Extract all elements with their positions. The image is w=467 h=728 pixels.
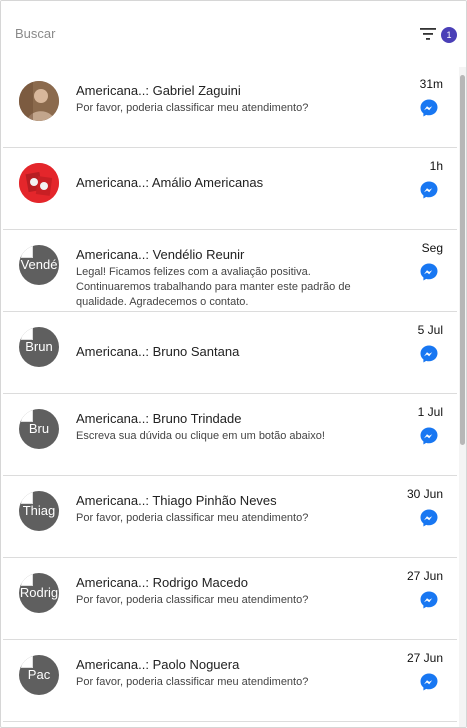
filter-button[interactable]: 1	[419, 25, 459, 47]
avatar-alt-text: Pac Nogu	[27, 667, 51, 682]
conversation-list[interactable]: Americana..: Gabriel Zaguini Por favor, …	[1, 67, 459, 727]
conversation-time: 1h	[429, 159, 443, 173]
avatar-alt-text: Vendé	[20, 257, 58, 272]
search-input[interactable]: Buscar	[15, 26, 55, 41]
conversation-name: Americana..: Paolo Noguera	[76, 657, 240, 672]
conversation-item[interactable]: Thiag Americana..: Thiago Pinhão Neves P…	[3, 477, 457, 558]
scrollbar[interactable]	[459, 67, 466, 727]
person-photo-icon	[19, 81, 59, 121]
avatar: Rodrig	[19, 573, 59, 613]
conversation-time: Seg	[421, 241, 443, 255]
conversation-name: Americana..: Rodrigo Macedo	[76, 575, 248, 590]
conversation-preview: Por favor, poderia classificar meu atend…	[76, 512, 309, 524]
conversation-time: 27 Jun	[406, 651, 443, 665]
conversation-name: Americana..: Bruno Santana	[76, 344, 240, 359]
avatar: Thiag	[19, 491, 59, 531]
avatar-alt-text: Thiag	[22, 503, 56, 518]
messenger-icon	[420, 181, 438, 199]
conversation-time: 1 Jul	[417, 405, 443, 419]
conversation-time: 27 Jun	[406, 569, 443, 583]
broken-image-icon	[21, 246, 33, 258]
avatar: Bru Trinda	[19, 409, 59, 449]
broken-image-icon	[21, 492, 33, 504]
messenger-icon	[420, 263, 438, 281]
messenger-icon	[420, 345, 438, 363]
avatar-alt-text: Brun	[25, 339, 53, 354]
avatar-alt-text: Rodrig	[19, 585, 59, 600]
conversation-item[interactable]: Bru Trinda Americana..: Bruno Trindade E…	[3, 395, 457, 476]
conversation-item[interactable]: Pac Nogu Americana..: Paolo Noguera Por …	[3, 641, 457, 722]
americanas-logo-icon	[19, 163, 59, 203]
conversation-item[interactable]: Rodrig Americana..: Rodrigo Macedo Por f…	[3, 559, 457, 640]
broken-image-icon	[21, 656, 33, 668]
conversation-preview: Legal! Ficamos felizes com a avaliação p…	[76, 266, 351, 308]
avatar: Brun	[19, 327, 59, 367]
conversation-item[interactable]: Americana..: Gabriel Zaguini Por favor, …	[3, 67, 457, 148]
app-frame: Buscar 1 Americana..: Gabriel Zaguini Po…	[0, 0, 467, 728]
conversation-preview: Por favor, poderia classificar meu atend…	[76, 594, 309, 606]
scrollbar-thumb[interactable]	[460, 75, 465, 445]
conversation-item[interactable]: Vendé Americana..: Vendélio Reunir Legal…	[3, 231, 457, 312]
broken-image-icon	[21, 328, 33, 340]
filter-badge: 1	[441, 27, 457, 43]
avatar	[19, 81, 59, 121]
conversation-preview: Por favor, poderia classificar meu atend…	[76, 676, 309, 688]
messenger-icon	[420, 591, 438, 609]
header: Buscar 1	[1, 1, 466, 65]
conversation-item[interactable]: Americana..: Amálio Americanas 1h	[3, 149, 457, 230]
conversation-name: Americana..: Gabriel Zaguini	[76, 83, 241, 98]
messenger-icon	[420, 99, 438, 117]
avatar: Pac Nogu	[19, 655, 59, 695]
messenger-icon	[420, 427, 438, 445]
conversation-name: Americana..: Amálio Americanas	[76, 175, 264, 190]
conversation-time: 5 Jul	[417, 323, 443, 337]
conversation-name: Americana..: Bruno Trindade	[76, 411, 242, 426]
messenger-icon	[420, 509, 438, 527]
filter-list-icon	[420, 28, 436, 40]
avatar-alt-text: Bru Trinda	[28, 421, 50, 436]
conversation-preview: Escreva sua dúvida ou clique em um botão…	[76, 430, 325, 442]
avatar: Vendé	[19, 245, 59, 285]
broken-image-icon	[21, 410, 33, 422]
messenger-icon	[420, 673, 438, 691]
conversation-preview: Por favor, poderia classificar meu atend…	[76, 102, 309, 114]
conversation-item[interactable]: Brun Americana..: Bruno Santana 5 Jul	[3, 313, 457, 394]
conversation-name: Americana..: Vendélio Reunir	[76, 247, 245, 262]
conversation-name: Americana..: Thiago Pinhão Neves	[76, 493, 277, 508]
conversation-time: 31m	[419, 77, 443, 91]
conversation-time: 30 Jun	[406, 487, 443, 501]
avatar	[19, 163, 59, 203]
broken-image-icon	[21, 574, 33, 586]
